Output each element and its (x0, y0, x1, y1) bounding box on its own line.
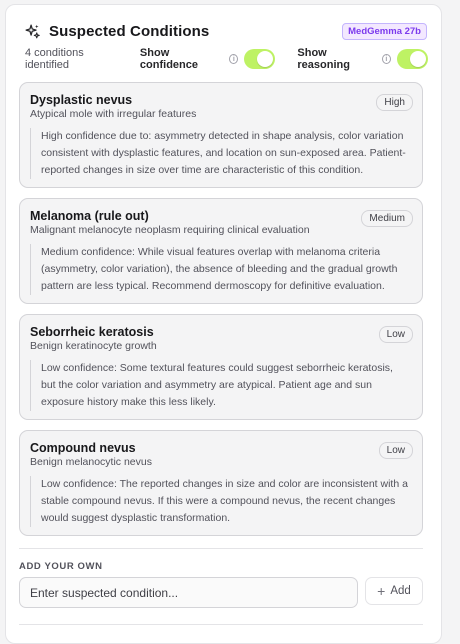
panel-header: Suspected Conditions MedGemma 27b (24, 19, 427, 43)
display-controls: 4 conditions identified Show confidence … (25, 46, 428, 72)
add-button-label: Add (390, 585, 411, 597)
info-icon[interactable]: i (381, 54, 391, 64)
show-reasoning-toggle[interactable] (396, 49, 428, 69)
condition-reasoning: Low confidence: The reported changes in … (30, 476, 410, 527)
condition-card[interactable]: Melanoma (rule out) Malignant melanocyte… (19, 198, 423, 304)
add-condition-button[interactable]: + Add (365, 577, 423, 605)
condition-name: Melanoma (rule out) (30, 209, 149, 223)
condition-description: Malignant melanocyte neoplasm requiring … (30, 224, 310, 236)
condition-reasoning: High confidence due to: asymmetry detect… (30, 128, 410, 179)
condition-description: Benign melanocytic nevus (30, 456, 152, 468)
section-divider (19, 548, 423, 549)
condition-card[interactable]: Seborrheic keratosis Benign keratinocyte… (19, 314, 423, 420)
condition-name: Compound nevus (30, 441, 136, 455)
condition-card[interactable]: Dysplastic nevus Atypical mole with irre… (19, 82, 423, 188)
plus-icon: + (377, 583, 386, 599)
suspected-condition-input[interactable] (19, 577, 358, 608)
condition-name: Seborrheic keratosis (30, 325, 154, 339)
confidence-badge: Low (378, 326, 413, 343)
confidence-badge: High (376, 94, 413, 111)
model-badge: MedGemma 27b (342, 22, 427, 40)
confidence-badge: Low (378, 442, 413, 459)
confidence-badge: Medium (361, 210, 413, 227)
condition-reasoning: Low confidence: Some textural features c… (30, 360, 410, 411)
add-your-own-label: ADD YOUR OWN (19, 561, 103, 572)
toggle-knob (257, 51, 274, 67)
condition-reasoning: Medium confidence: While visual features… (30, 244, 410, 295)
condition-card[interactable]: Compound nevus Benign melanocytic nevus … (19, 430, 423, 536)
show-reasoning-label: Show reasoning (297, 47, 350, 71)
info-icon[interactable]: i (229, 54, 239, 64)
sparkle-icon (25, 23, 40, 38)
section-divider (19, 624, 423, 625)
show-confidence-toggle[interactable] (244, 49, 276, 69)
condition-name: Dysplastic nevus (30, 93, 133, 107)
page-title: Suspected Conditions (49, 22, 210, 40)
condition-description: Atypical mole with irregular features (30, 108, 197, 120)
condition-description: Benign keratinocyte growth (30, 340, 157, 352)
condition-count: 4 conditions identified (25, 47, 84, 71)
show-confidence-label: Show confidence (139, 47, 198, 71)
toggle-knob (410, 51, 426, 67)
